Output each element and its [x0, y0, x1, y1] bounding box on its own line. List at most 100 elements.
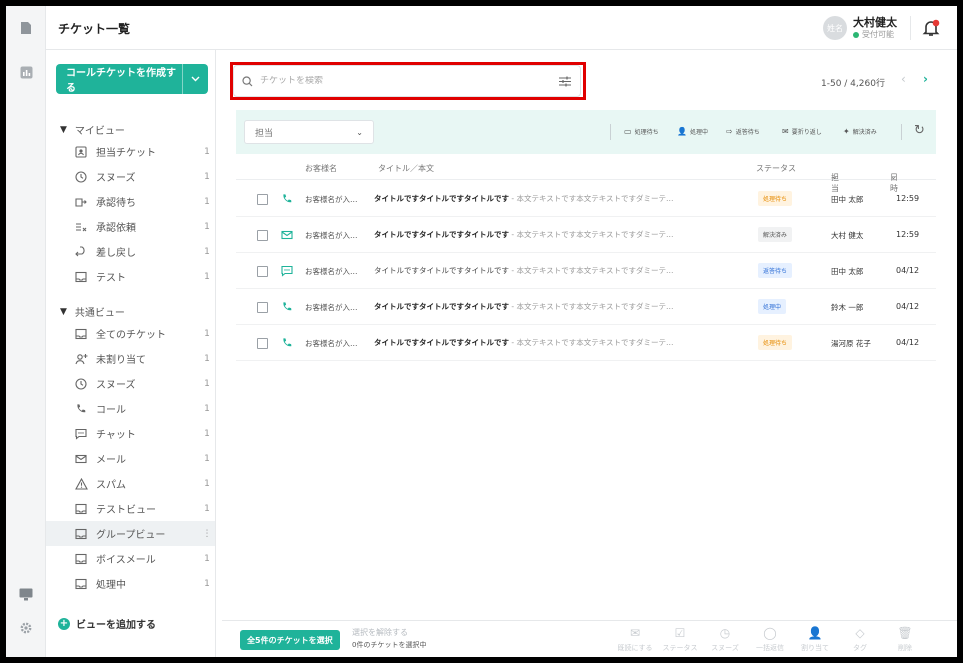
- unselect-link[interactable]: 選択を解除する: [352, 627, 408, 638]
- sidebar-item[interactable]: 差し戻し 1: [46, 239, 215, 264]
- sidebar-item-count: 1: [204, 246, 210, 257]
- create-call-ticket-button[interactable]: コールチケットを作成する: [56, 64, 208, 94]
- bulk-action-button[interactable]: 🗑 削除: [885, 626, 925, 653]
- sidebar-item[interactable]: 担当チケット 1: [46, 139, 215, 164]
- mail-icon: [74, 452, 88, 466]
- analytics-nav-icon[interactable]: [18, 64, 34, 80]
- bulk-action-button[interactable]: ☑ ステータス: [660, 626, 700, 653]
- sidebar-item-label: グループビュー: [96, 530, 166, 541]
- app-rail: [6, 6, 46, 657]
- customer-name: お客様名が入…: [305, 267, 358, 276]
- bulk-action-button[interactable]: ◇ タグ: [840, 626, 880, 653]
- settings-gear-icon[interactable]: [18, 620, 34, 636]
- clock-icon: [74, 170, 88, 184]
- sidebar-item[interactable]: ボイスメール 1: [46, 546, 215, 571]
- sidebar-item[interactable]: 処理中 1: [46, 571, 215, 596]
- selected-count: 0件のチケットを選択中: [352, 641, 427, 649]
- sidebar-item-label: スヌーズ: [96, 173, 136, 184]
- table-header: お客様名 タイトル／本文 ステータス 担当 ⌄ 日時 ⌄: [236, 154, 936, 193]
- shared-view-section[interactable]: ▼ 共通ビュー: [60, 304, 125, 320]
- assignee-name: 大村 健太: [831, 231, 864, 240]
- bulk-action-label: 既読にする: [617, 644, 653, 652]
- bulk-action-bar: 全5件のチケットを選択 選択を解除する 0件のチケットを選択中 ✉ 既読にする ☑ ス…: [222, 620, 957, 657]
- inbox-icon: [74, 270, 88, 284]
- assignee-select[interactable]: 担当 ⌄: [244, 120, 374, 144]
- chat-icon: [74, 427, 88, 441]
- sidebar-item-count: 1: [204, 171, 210, 182]
- row-checkbox[interactable]: [257, 266, 268, 277]
- row-checkbox[interactable]: [257, 338, 268, 349]
- my-view-section[interactable]: ▼ マイビュー: [60, 122, 125, 138]
- sidebar-item[interactable]: 未割り当て 1: [46, 346, 215, 371]
- table-row[interactable]: お客様名が入… タイトルですタイトルですタイトルです - 本文テキストです本文テキ…: [236, 253, 936, 289]
- monitor-icon[interactable]: [18, 586, 34, 602]
- callback-icon: ✉: [782, 127, 789, 136]
- header-customer[interactable]: お客様名: [305, 163, 337, 174]
- next-page-chevron-icon[interactable]: ›: [923, 72, 928, 86]
- select-all-button[interactable]: 全5件のチケットを選択: [240, 630, 340, 650]
- refresh-icon[interactable]: ↻: [914, 123, 925, 138]
- sidebar-item[interactable]: メール 1: [46, 446, 215, 471]
- table-row[interactable]: お客様名が入… タイトルですタイトルですタイトルです - 本文テキストです本文テキ…: [236, 289, 936, 325]
- topbar-divider: [910, 16, 911, 40]
- sidebar-item-label: 全てのチケット: [96, 330, 166, 341]
- sidebar-item[interactable]: 承認依頼 1: [46, 214, 215, 239]
- mark-in-progress-button[interactable]: 👤 処理中: [677, 127, 708, 136]
- header-title[interactable]: タイトル／本文: [378, 163, 434, 174]
- snooze-icon: ◷: [719, 626, 731, 640]
- assignee-name: 鈴木 一郎: [831, 303, 864, 312]
- phone-icon: [279, 335, 295, 351]
- sidebar-item[interactable]: スパム 1: [46, 471, 215, 496]
- create-dropdown-chevron-icon[interactable]: [182, 64, 208, 94]
- ticket-title-body: タイトルですタイトルですタイトルです - 本文テキストです本文テキストですダミー…: [374, 229, 744, 240]
- sidebar-item[interactable]: グループビュー ⋮: [46, 521, 215, 546]
- user-card-icon: [74, 145, 88, 159]
- sidebar-item[interactable]: スヌーズ 1: [46, 371, 215, 396]
- sidebar-item-count: 1: [204, 578, 210, 589]
- inbox-icon: [74, 327, 88, 341]
- sidebar-item[interactable]: チャット 1: [46, 421, 215, 446]
- my-view-label: マイビュー: [74, 126, 125, 137]
- sidebar-item[interactable]: 承認待ち 1: [46, 189, 215, 214]
- sidebar-item[interactable]: コール 1: [46, 396, 215, 421]
- sidebar-item-count: 1: [204, 378, 210, 389]
- sidebar-item[interactable]: テストビュー 1: [46, 496, 215, 521]
- sidebar-item-label: 処理中: [96, 580, 126, 591]
- mark-pending-button[interactable]: ▭ 処理待ち: [624, 127, 659, 136]
- bulk-action-button[interactable]: ◷ スヌーズ: [705, 626, 745, 653]
- sidebar-item-count: 1: [204, 271, 210, 282]
- tickets-nav-icon[interactable]: [18, 20, 34, 36]
- ticket-title: タイトルですタイトルですタイトルです: [374, 266, 509, 275]
- sidebar-item-label: 未割り当て: [96, 355, 146, 366]
- bulk-action-button[interactable]: ✉ 既読にする: [615, 626, 655, 653]
- chat-icon: [279, 263, 295, 279]
- row-checkbox[interactable]: [257, 230, 268, 241]
- ticket-time: 04/12: [896, 302, 920, 311]
- sidebar-item-count: 1: [204, 553, 210, 564]
- bulk-reply-icon: ◯: [763, 626, 777, 640]
- sidebar-item[interactable]: スヌーズ 1: [46, 164, 215, 189]
- toolbar-divider: [610, 124, 611, 140]
- header-status[interactable]: ステータス: [756, 163, 796, 174]
- prev-page-chevron-icon[interactable]: ‹: [901, 72, 906, 86]
- bulk-action-label: ステータス: [662, 644, 698, 652]
- add-view-button[interactable]: + ビューを追加する: [58, 616, 156, 631]
- sidebar-item[interactable]: テスト 1: [46, 264, 215, 289]
- bulk-action-button[interactable]: 👤 割り当て: [795, 626, 835, 653]
- table-row[interactable]: お客様名が入… タイトルですタイトルですタイトルです - 本文テキストです本文テキ…: [236, 217, 936, 253]
- row-checkbox[interactable]: [257, 302, 268, 313]
- row-checkbox[interactable]: [257, 194, 268, 205]
- table-row[interactable]: お客様名が入… タイトルですタイトルですタイトルです - 本文テキストです本文テキ…: [236, 325, 936, 361]
- bulk-action-button[interactable]: ◯ 一括返信: [750, 626, 790, 653]
- online-status-dot: [853, 31, 859, 38]
- mark-awaiting-reply-button[interactable]: ⇨ 返答待ち: [726, 127, 760, 136]
- mark-callback-button[interactable]: ✉ 要折り返し: [782, 127, 822, 136]
- sidebar-item[interactable]: 全てのチケット 1: [46, 321, 215, 346]
- notification-bell-icon[interactable]: [921, 18, 941, 38]
- sidebar-item-count: 1: [204, 478, 210, 489]
- mark-resolved-button[interactable]: ✦ 解決済み: [843, 127, 877, 136]
- bulk-action-label: スヌーズ: [711, 644, 739, 652]
- table-row[interactable]: お客様名が入… タイトルですタイトルですタイトルです - 本文テキストです本文テキ…: [236, 181, 936, 217]
- sidebar-item-count[interactable]: ⋮: [199, 529, 215, 539]
- user-menu[interactable]: 姓名 大村健太 受付可能: [823, 12, 897, 44]
